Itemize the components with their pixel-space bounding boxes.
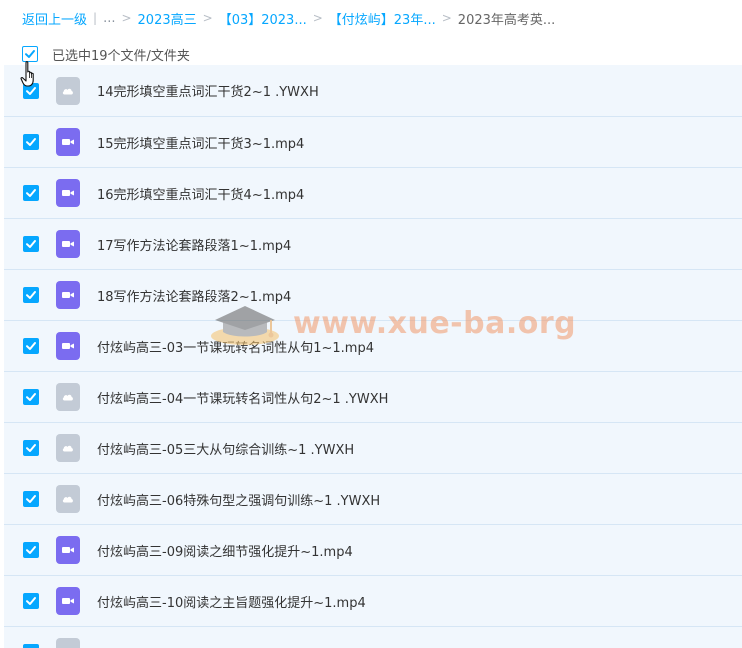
file-name[interactable]: 16完形填空重点词汇干货4~1.mp4 (97, 184, 304, 203)
file-row[interactable]: 付炫屿高三-03一节课玩转名词性从句1~1.mp4 (4, 321, 742, 372)
back-link[interactable]: 返回上一级 (22, 9, 87, 28)
file-checkbox[interactable] (23, 236, 39, 252)
generic-file-icon (56, 485, 80, 513)
file-checkbox[interactable] (23, 185, 39, 201)
checkmark-icon (26, 444, 36, 452)
video-camera-icon (62, 190, 74, 196)
checkmark-icon (26, 393, 36, 401)
breadcrumb-ellipsis[interactable]: ... (103, 11, 115, 26)
video-camera-icon (62, 547, 74, 553)
video-camera-icon (62, 139, 74, 145)
file-row[interactable]: 16完形填空重点词汇干货4~1.mp4 (4, 168, 742, 219)
video-file-icon (56, 128, 80, 156)
file-row[interactable] (4, 627, 742, 648)
checkmark-icon (26, 342, 36, 350)
file-row[interactable]: 付炫屿高三-06特殊句型之强调句训练~1 .YWXH (4, 474, 742, 525)
file-name[interactable]: 18写作方法论套路段落2~1.mp4 (97, 286, 291, 305)
selection-count-label: 已选中19个文件/文件夹 (52, 48, 190, 64)
checkmark-icon (26, 138, 36, 146)
video-file-icon (56, 281, 80, 309)
file-name[interactable]: 15完形填空重点词汇干货3~1.mp4 (97, 133, 304, 152)
checkmark-icon (25, 50, 35, 58)
file-name[interactable]: 17写作方法论套路段落1~1.mp4 (97, 235, 291, 254)
video-camera-icon (62, 598, 74, 604)
file-name[interactable]: 付炫屿高三-06特殊句型之强调句训练~1 .YWXH (97, 490, 380, 509)
file-checkbox[interactable] (23, 440, 39, 456)
breadcrumb-chevron-icon: > (202, 11, 213, 25)
video-camera-icon (62, 241, 74, 247)
file-checkbox[interactable] (23, 338, 39, 354)
breadcrumb-item[interactable]: 【付炫屿】23年... (329, 9, 436, 28)
file-name[interactable]: 14完形填空重点词汇干货2~1 .YWXH (97, 81, 319, 100)
video-camera-icon (62, 292, 74, 298)
select-all-bar: 已选中19个文件/文件夹 (22, 44, 190, 64)
file-row[interactable]: 17写作方法论套路段落1~1.mp4 (4, 219, 742, 270)
video-file-icon (56, 332, 80, 360)
cloud-file-icon (62, 88, 73, 94)
file-browser: 返回上一级 | ... > 2023高三 > 【03】2023... > 【付炫… (0, 0, 742, 648)
generic-file-icon (56, 434, 80, 462)
breadcrumb-separator: | (93, 11, 98, 25)
checkmark-icon (26, 291, 36, 299)
file-row[interactable]: 付炫屿高三-04一节课玩转名词性从句2~1 .YWXH (4, 372, 742, 423)
generic-file-icon (56, 383, 80, 411)
file-checkbox[interactable] (23, 134, 39, 150)
checkmark-icon (26, 189, 36, 197)
file-checkbox[interactable] (23, 491, 39, 507)
file-checkbox[interactable] (23, 542, 39, 558)
file-checkbox[interactable] (23, 644, 39, 648)
checkmark-icon (26, 495, 36, 503)
breadcrumb-chevron-icon: > (312, 11, 323, 25)
file-name[interactable]: 付炫屿高三-05三大从句综合训练~1 .YWXH (97, 439, 354, 458)
generic-file-icon (56, 638, 80, 648)
video-camera-icon (62, 343, 74, 349)
breadcrumb-item[interactable]: 【03】2023... (219, 9, 307, 28)
file-row[interactable]: 付炫屿高三-09阅读之细节强化提升~1.mp4 (4, 525, 742, 576)
file-row[interactable]: 18写作方法论套路段落2~1.mp4 (4, 270, 742, 321)
breadcrumb-item[interactable]: 2023高三 (138, 9, 197, 28)
file-row[interactable]: 15完形填空重点词汇干货3~1.mp4 (4, 117, 742, 168)
file-name[interactable]: 付炫屿高三-09阅读之细节强化提升~1.mp4 (97, 541, 353, 560)
cloud-file-icon (62, 496, 73, 503)
breadcrumb-chevron-icon: > (441, 11, 452, 25)
checkmark-icon (26, 546, 36, 554)
video-file-icon (56, 230, 80, 258)
cloud-file-icon (62, 394, 73, 401)
file-name[interactable]: 付炫屿高三-04一节课玩转名词性从句2~1 .YWXH (97, 388, 388, 407)
hand-cursor-icon (20, 61, 34, 87)
breadcrumb-current: 2023年高考英... (457, 12, 556, 28)
video-file-icon (56, 587, 80, 615)
file-name[interactable]: 付炫屿高三-10阅读之主旨题强化提升~1.mp4 (97, 592, 366, 611)
breadcrumb: 返回上一级 | ... > 2023高三 > 【03】2023... > 【付炫… (22, 9, 556, 28)
checkmark-icon (26, 240, 36, 248)
file-list: 14完形填空重点词汇干货2~1 .YWXH 15完形填空重点词汇干货3~1.mp4… (4, 65, 742, 648)
video-file-icon (56, 179, 80, 207)
file-row[interactable]: 付炫屿高三-10阅读之主旨题强化提升~1.mp4 (4, 576, 742, 627)
video-file-icon (56, 536, 80, 564)
checkmark-icon (26, 597, 36, 605)
file-name[interactable]: 付炫屿高三-03一节课玩转名词性从句1~1.mp4 (97, 337, 374, 356)
file-checkbox[interactable] (23, 593, 39, 609)
file-checkbox[interactable] (23, 287, 39, 303)
cloud-file-icon (62, 445, 73, 452)
file-row[interactable]: 14完形填空重点词汇干货2~1 .YWXH (4, 65, 742, 117)
generic-file-icon (56, 76, 80, 105)
file-checkbox[interactable] (23, 389, 39, 405)
breadcrumb-chevron-icon: > (121, 11, 132, 25)
file-row[interactable]: 付炫屿高三-05三大从句综合训练~1 .YWXH (4, 423, 742, 474)
